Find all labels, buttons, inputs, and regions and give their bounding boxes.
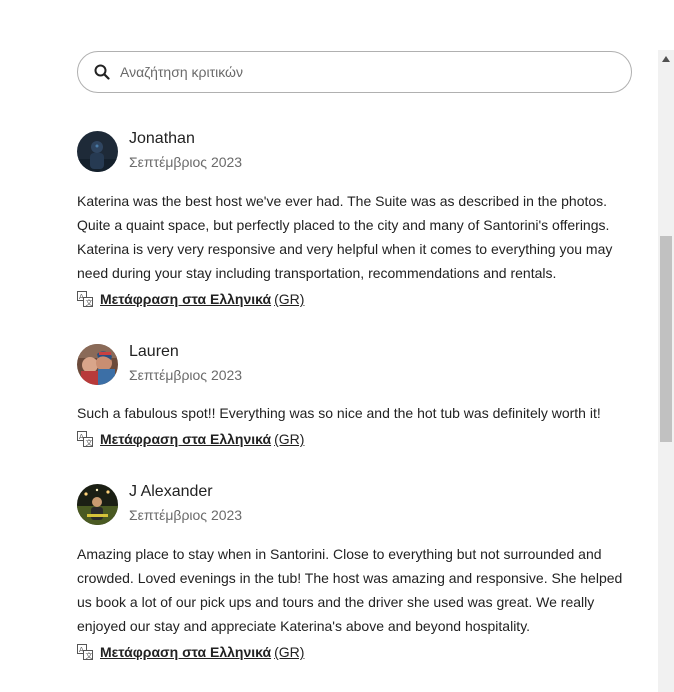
review-text-line: Katerina is very very responsive and ver… [77,241,613,257]
review-date: Σεπτέμβριος 2023 [129,154,243,170]
review-text-line: Amazing place to stay when in Santorini.… [77,546,602,562]
svg-text:文: 文 [86,298,93,307]
review-header: J Alexander Σεπτέμβριος 2023 [77,483,637,525]
vertical-scrollbar[interactable] [658,50,674,692]
review-text: Such a fabulous spot!! Everything was so… [77,401,637,425]
review-text-line: crowded. Loved evenings in the tub! The … [77,570,623,586]
scrollbar-thumb[interactable] [660,236,672,442]
svg-text:文: 文 [86,651,93,660]
translate-language-code[interactable]: (GR) [274,431,304,447]
review-text-line: Such a fabulous spot!! Everything was so… [77,405,601,421]
review-header: Lauren Σεπτέμβριος 2023 [77,343,637,385]
translate-icon: A 文 [77,644,93,660]
translate-row[interactable]: A 文 Μετάφραση στα Ελληνικά (GR) [77,429,637,449]
translate-icon: A 文 [77,431,93,447]
translate-row[interactable]: A 文 Μετάφραση στα Ελληνικά (GR) [77,642,637,662]
review-text-line: enjoyed our stay and appreciate Katerina… [77,618,531,634]
review-item: Jonathan Σεπτέμβριος 2023 Katerina was t… [77,130,637,309]
translate-language-code[interactable]: (GR) [274,644,304,660]
svg-text:A: A [79,646,84,654]
svg-text:文: 文 [86,438,93,447]
review-text: Katerina was the best host we've ever ha… [77,189,637,285]
translate-language-code[interactable]: (GR) [274,291,304,307]
review-date: Σεπτέμβριος 2023 [129,507,243,523]
search-icon [94,64,110,80]
avatar[interactable] [77,483,118,525]
review-text-line: need during your stay including transpor… [77,265,557,281]
reviewer-name: Jonathan [129,130,195,147]
chevron-up-icon[interactable] [658,50,674,67]
search-input[interactable] [118,63,602,81]
reviewer-name: J Alexander [129,483,213,500]
translate-link[interactable]: Μετάφραση στα Ελληνικά [100,291,271,307]
review-text: Amazing place to stay when in Santorini.… [77,542,637,638]
search-bar[interactable] [77,51,632,93]
review-date: Σεπτέμβριος 2023 [129,367,243,383]
review-item: J Alexander Σεπτέμβριος 2023 Amazing pla… [77,483,637,662]
svg-text:A: A [79,433,84,441]
review-item: Lauren Σεπτέμβριος 2023 Such a fabulous … [77,343,637,449]
translate-row[interactable]: A 文 Μετάφραση στα Ελληνικά (GR) [77,289,637,309]
translate-icon: A 文 [77,291,93,307]
review-header: Jonathan Σεπτέμβριος 2023 [77,130,637,172]
review-text-line: Katerina was the best host we've ever ha… [77,193,608,209]
reviews-panel: Jonathan Σεπτέμβριος 2023 Katerina was t… [0,0,658,692]
review-text-line: Quite a quaint space, but perfectly plac… [77,217,610,233]
translate-link[interactable]: Μετάφραση στα Ελληνικά [100,644,271,660]
reviewer-name: Lauren [129,343,179,360]
translate-link[interactable]: Μετάφραση στα Ελληνικά [100,431,271,447]
review-text-line: us book a lot of our pick ups and tours … [77,594,595,610]
avatar[interactable] [77,130,118,172]
svg-text:A: A [79,293,84,301]
avatar[interactable] [77,343,118,385]
